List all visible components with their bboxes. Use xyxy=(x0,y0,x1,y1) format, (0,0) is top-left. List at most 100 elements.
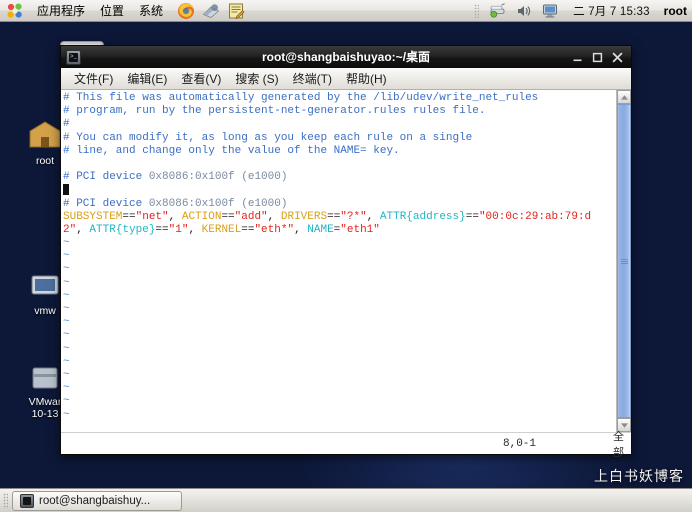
tilde-marker: ~ xyxy=(63,263,70,276)
terminal-titlebar[interactable]: >_ root@shangbaishuyao:~/桌面 xyxy=(61,46,631,68)
terminal-text-span: "net" xyxy=(135,210,169,223)
menu-search[interactable]: 搜索 (S) xyxy=(228,68,285,89)
terminal-line: # PCI device 0x8086:0x100f (e1000) xyxy=(63,198,616,211)
scrollbar-thumb[interactable] xyxy=(617,104,631,418)
bottom-panel: root@shangbaishuy... xyxy=(0,488,692,512)
tray-grip-handle[interactable] xyxy=(474,3,480,18)
tilde-marker: ~ xyxy=(63,289,70,302)
close-button[interactable] xyxy=(612,52,623,63)
menu-file[interactable]: 文件(F) xyxy=(67,68,120,89)
taskbar-window-button[interactable]: root@shangbaishuy... xyxy=(12,490,182,511)
terminal-text-span: ATTR{address} xyxy=(379,210,466,223)
terminal-empty-line-marker: ~ xyxy=(63,237,616,250)
terminal-text-span: SUBSYSTEM xyxy=(63,210,123,223)
scrollbar-grip xyxy=(620,258,628,264)
menu-view[interactable]: 查看(V) xyxy=(174,68,228,89)
terminal-text-span: , xyxy=(76,223,90,236)
terminal-cursor xyxy=(63,184,69,196)
terminal-text-span: # This file was automatically generated … xyxy=(63,92,539,104)
minimize-button[interactable] xyxy=(572,52,583,63)
display-icon[interactable] xyxy=(541,2,559,20)
tilde-marker: ~ xyxy=(63,276,70,289)
network-icon[interactable] xyxy=(489,2,507,20)
panel-clock[interactable]: 二 7月 7 15:33 xyxy=(567,3,656,19)
menu-terminal[interactable]: 终端(T) xyxy=(286,68,339,89)
terminal-text-span: == xyxy=(327,210,341,223)
panel-launchers xyxy=(177,2,245,20)
terminal-line: 2", ATTR{type}=="1", KERNEL=="eth*", NAM… xyxy=(63,224,616,237)
terminal-icon: >_ xyxy=(66,49,81,65)
terminal-empty-line-marker: ~ xyxy=(63,250,616,263)
terminal-title: root@shangbaishuyao:~/桌面 xyxy=(261,50,431,64)
firefox-icon[interactable] xyxy=(177,2,195,20)
terminal-text-span: "00:0c:29:ab:79:d xyxy=(478,210,592,223)
desktop: 应用程序 位置 系统 二 7月 7 15:33 root root vmw VM… xyxy=(0,0,692,512)
volume-icon[interactable] xyxy=(515,2,533,20)
tilde-marker: ~ xyxy=(63,250,70,263)
tilde-marker: ~ xyxy=(63,303,70,315)
terminal-empty-line-marker: ~ xyxy=(63,343,616,356)
terminal-text-span: "1" xyxy=(168,223,189,236)
panel-user-menu[interactable]: root xyxy=(664,4,692,18)
terminal-text-span: # program, run by the persistent-net-gen… xyxy=(63,105,486,118)
terminal-screen[interactable]: # This file was automatically generated … xyxy=(61,90,616,432)
terminal-empty-line-marker: ~ xyxy=(63,409,616,422)
maximize-button[interactable] xyxy=(592,52,603,63)
tilde-marker: ~ xyxy=(63,355,70,368)
panel-menu-applications[interactable]: 应用程序 xyxy=(35,1,87,20)
tilde-marker: ~ xyxy=(63,237,70,250)
applications-icon[interactable] xyxy=(6,2,24,20)
scroll-up-icon[interactable] xyxy=(617,90,631,104)
terminal-text-span: # You can modify it, as long as you keep… xyxy=(63,131,473,144)
terminal-icon xyxy=(20,493,34,508)
menu-edit[interactable]: 编辑(E) xyxy=(120,68,174,89)
terminal-scrollbar[interactable] xyxy=(616,90,631,432)
tilde-marker: ~ xyxy=(63,382,70,395)
terminal-text-span: ATTR{type} xyxy=(89,223,156,236)
panel-menu-places[interactable]: 位置 xyxy=(98,1,126,20)
terminal-text-span: "eth*" xyxy=(254,223,295,236)
terminal-text-span: KERNEL xyxy=(201,223,242,236)
terminal-text-span: 0x8086:0x100f (e1000) xyxy=(148,171,288,184)
system-tray: 二 7月 7 15:33 root xyxy=(474,2,692,20)
terminal-window: >_ root@shangbaishuyao:~/桌面 文件(F) 编辑(E) xyxy=(60,45,632,459)
tilde-marker: ~ xyxy=(63,316,70,329)
terminal-line: # PCI device 0x8086:0x100f (e1000) xyxy=(63,171,616,184)
panel-menu-system[interactable]: 系统 xyxy=(137,1,165,20)
terminal-text-span: # line, and change only the value of the… xyxy=(63,144,400,157)
terminal-line: SUBSYSTEM=="net", ACTION=="add", DRIVERS… xyxy=(63,211,616,224)
terminal-line: # This file was automatically generated … xyxy=(63,92,616,105)
terminal-status-bar: 8,0-1 全部 xyxy=(61,431,631,459)
tilde-marker: ~ xyxy=(63,329,70,342)
scrollbar-track[interactable] xyxy=(617,104,631,418)
help-browser-icon[interactable] xyxy=(202,2,220,20)
terminal-text-span: NAME xyxy=(307,223,334,236)
terminal-text-span: , xyxy=(366,210,380,223)
terminal-text-span: "?*" xyxy=(340,210,367,223)
terminal-text-span: , xyxy=(168,210,182,223)
terminal-line: # xyxy=(63,118,616,131)
terminal-text-span: # PCI device xyxy=(63,197,149,210)
text-editor-icon[interactable] xyxy=(227,2,245,20)
bottom-panel-grip[interactable] xyxy=(3,492,8,509)
status-scroll-mode: 全部 xyxy=(613,430,624,459)
terminal-empty-line-marker: ~ xyxy=(63,263,616,276)
terminal-line: # program, run by the persistent-net-gen… xyxy=(63,105,616,118)
terminal-text-span: 2" xyxy=(63,223,77,236)
terminal-empty-line-marker: ~ xyxy=(63,290,616,303)
status-cursor-position: 8,0-1 xyxy=(503,437,537,450)
tilde-marker: ~ xyxy=(63,395,70,408)
terminal-empty-line-marker: ~ xyxy=(63,277,616,290)
terminal-menubar: 文件(F) 编辑(E) 查看(V) 搜索 (S) 终端(T) 帮助(H) xyxy=(61,68,631,90)
tilde-marker: ~ xyxy=(63,408,70,421)
terminal-line: # line, and change only the value of the… xyxy=(63,145,616,158)
taskbar-window-label: root@shangbaishuy... xyxy=(39,494,151,507)
terminal-empty-line-marker: ~ xyxy=(63,369,616,382)
menu-help[interactable]: 帮助(H) xyxy=(339,68,394,89)
terminal-text-span: == xyxy=(465,210,479,223)
terminal-text-span: # xyxy=(63,118,70,131)
terminal-line xyxy=(63,184,616,197)
terminal-text-span: == xyxy=(241,223,255,236)
terminal-text-span: , xyxy=(294,223,308,236)
